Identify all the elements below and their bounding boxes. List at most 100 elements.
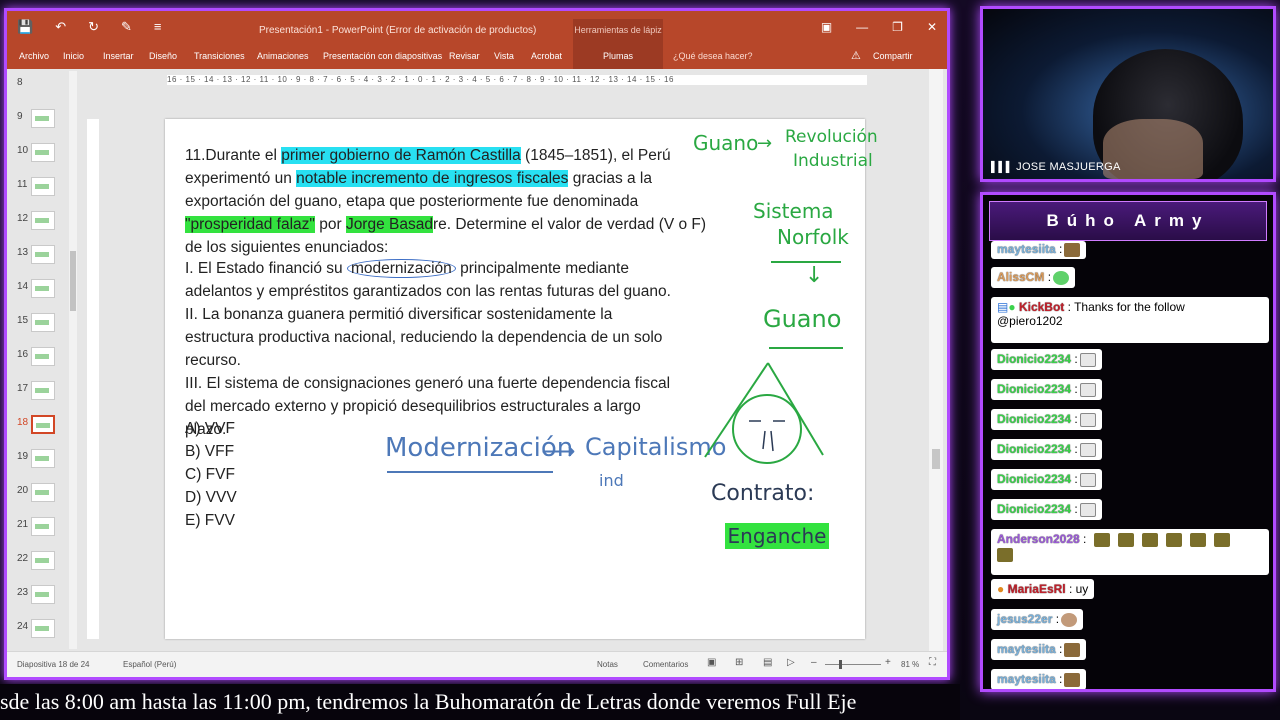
ink-revolucion: Revolución — [785, 127, 878, 147]
chat-username: Dionicio2234 — [997, 382, 1072, 396]
question-part: 11.Durante el — [185, 147, 282, 164]
chat-text: : — [1074, 382, 1078, 396]
thumb-23[interactable]: 23 — [13, 583, 71, 607]
thumb-12[interactable]: 12 — [13, 209, 71, 233]
slideshow-view-icon[interactable]: ▷ — [787, 657, 795, 668]
slide-canvas[interactable]: 11.Durante el primer gobierno de Ramón C… — [165, 119, 878, 639]
thumb-number: 15 — [17, 315, 29, 326]
chat-message: maytesiita : — [991, 669, 1087, 689]
language-indicator[interactable]: Español (Perú) — [123, 660, 176, 669]
thumb-number: 16 — [17, 349, 29, 360]
tab-transiciones[interactable]: Transiciones — [194, 51, 245, 61]
chat-text: : — [1074, 502, 1078, 516]
emote-icon — [1190, 532, 1207, 547]
chat-message: AlissCM : — [991, 267, 1076, 288]
thumb-preview — [31, 177, 55, 196]
thumbnail-scrollbar[interactable] — [69, 71, 77, 649]
thumb-number: 22 — [17, 553, 29, 564]
notes-button[interactable]: Notas — [597, 660, 618, 669]
thumb-22[interactable]: 22 — [13, 549, 71, 573]
option-e: E) FVV — [185, 512, 235, 529]
normal-view-icon[interactable]: ▣ — [707, 657, 716, 668]
sorter-view-icon[interactable]: ⊞ — [735, 657, 743, 668]
webcam-overlay: ▌▌▌ JOSE MASJUERGA — [980, 6, 1276, 182]
ink-ind: ind — [599, 471, 624, 490]
thumb-number: 23 — [17, 587, 29, 598]
thumb-preview — [31, 109, 55, 128]
chat-text: : — [1074, 412, 1078, 426]
redo-icon[interactable]: ↻ — [88, 19, 99, 35]
chat-username: MariaEsRl — [1007, 582, 1066, 596]
zoom-out-icon[interactable]: – — [811, 657, 817, 668]
share-button[interactable]: Compartir — [873, 51, 913, 61]
maximize-icon[interactable]: ❐ — [892, 20, 903, 34]
chat-message-bot: ▤● KickBot : Thanks for the follow @piero… — [991, 297, 1269, 343]
ink-underline — [769, 347, 843, 349]
ghost-emote-icon — [1079, 472, 1096, 487]
chat-message: Anderson2028 : — [991, 529, 1269, 575]
customize-qat-icon[interactable]: ≡ — [154, 19, 162, 35]
chat-text: : uy — [1068, 582, 1089, 596]
save-icon[interactable]: 💾 — [17, 19, 33, 35]
tab-archivo[interactable]: Archivo — [19, 51, 49, 61]
chat-message: jesus22er : — [991, 609, 1084, 630]
zoom-level[interactable]: 81 % — [901, 660, 919, 669]
ink-contrato: Contrato: — [711, 481, 815, 506]
minimize-icon[interactable]: — — [856, 20, 868, 34]
highlight-green: Jorge Basad — [345, 216, 433, 233]
thumb-18-active[interactable]: 18 — [13, 413, 71, 437]
touch-mode-icon[interactable]: ✎ — [121, 19, 132, 35]
thumb-preview — [31, 347, 55, 366]
chat-message: Dionicio2234 : — [991, 409, 1102, 430]
ink-enganche: Enganche — [725, 523, 829, 549]
thumb-15[interactable]: 15 — [13, 311, 71, 335]
chat-username: Dionicio2234 — [997, 502, 1072, 516]
chat-message: Dionicio2234 : — [991, 379, 1102, 400]
ink-sistema: Sistema — [753, 199, 834, 223]
tab-revisar[interactable]: Revisar — [449, 51, 480, 61]
zoom-in-icon[interactable]: + — [885, 657, 891, 668]
reading-view-icon[interactable]: ▤ — [763, 657, 772, 668]
zoom-slider-thumb[interactable] — [839, 660, 842, 669]
zoom-slider[interactable] — [825, 664, 881, 665]
tab-plumas[interactable]: Plumas — [573, 45, 663, 69]
warning-icon[interactable]: ⚠ — [851, 49, 861, 62]
tab-acrobat[interactable]: Acrobat — [531, 51, 562, 61]
window-title: Presentación1 - PowerPoint (Error de act… — [259, 25, 537, 36]
slide-counter: Diapositiva 18 de 24 — [17, 660, 90, 669]
undo-icon[interactable]: ↶ — [55, 19, 66, 35]
thumb-21[interactable]: 21 — [13, 515, 71, 539]
tab-diseno[interactable]: Diseño — [149, 51, 177, 61]
thumb-16[interactable]: 16 — [13, 345, 71, 369]
thumb-13[interactable]: 13 — [13, 243, 71, 267]
tab-insertar[interactable]: Insertar — [103, 51, 134, 61]
tab-inicio[interactable]: Inicio — [63, 51, 84, 61]
thumb-8[interactable]: 8 — [13, 73, 71, 97]
ink-arrow-icon: → — [757, 133, 773, 154]
fit-slide-icon[interactable]: ⛶ — [929, 657, 936, 668]
comments-button[interactable]: Comentarios — [643, 660, 688, 669]
tab-presentacion[interactable]: Presentación con diapositivas — [323, 51, 442, 61]
thumb-19[interactable]: 19 — [13, 447, 71, 471]
thumb-17[interactable]: 17 — [13, 379, 71, 403]
ink-down-arrow-icon: ↓ — [805, 263, 824, 288]
subscriber-badge-icon: ● — [997, 582, 1005, 596]
thumb-10[interactable]: 10 — [13, 141, 71, 165]
tab-animaciones[interactable]: Animaciones — [257, 51, 309, 61]
thumb-number: 11 — [17, 179, 28, 190]
thumb-14[interactable]: 14 — [13, 277, 71, 301]
thumb-24[interactable]: 24 — [13, 617, 71, 641]
ribbon-display-icon[interactable]: ▣ — [821, 20, 832, 34]
thumb-number: 17 — [17, 383, 29, 394]
thumb-9[interactable]: 9 — [13, 107, 71, 131]
thumb-20[interactable]: 20 — [13, 481, 71, 505]
emote-icon — [1214, 532, 1231, 547]
tab-vista[interactable]: Vista — [494, 51, 514, 61]
tell-me-input[interactable]: ¿Qué desea hacer? — [673, 51, 753, 61]
workspace: 8 9 10 11 12 13 14 15 16 17 18 19 20 21 … — [7, 69, 947, 651]
close-icon[interactable]: ✕ — [927, 20, 937, 34]
thumb-11[interactable]: 11 — [13, 175, 71, 199]
slide-scrollbar[interactable] — [929, 69, 943, 651]
owl-emote-icon — [1064, 672, 1081, 687]
highlight-cyan: primer gobierno de Ramón Castilla — [281, 147, 521, 164]
